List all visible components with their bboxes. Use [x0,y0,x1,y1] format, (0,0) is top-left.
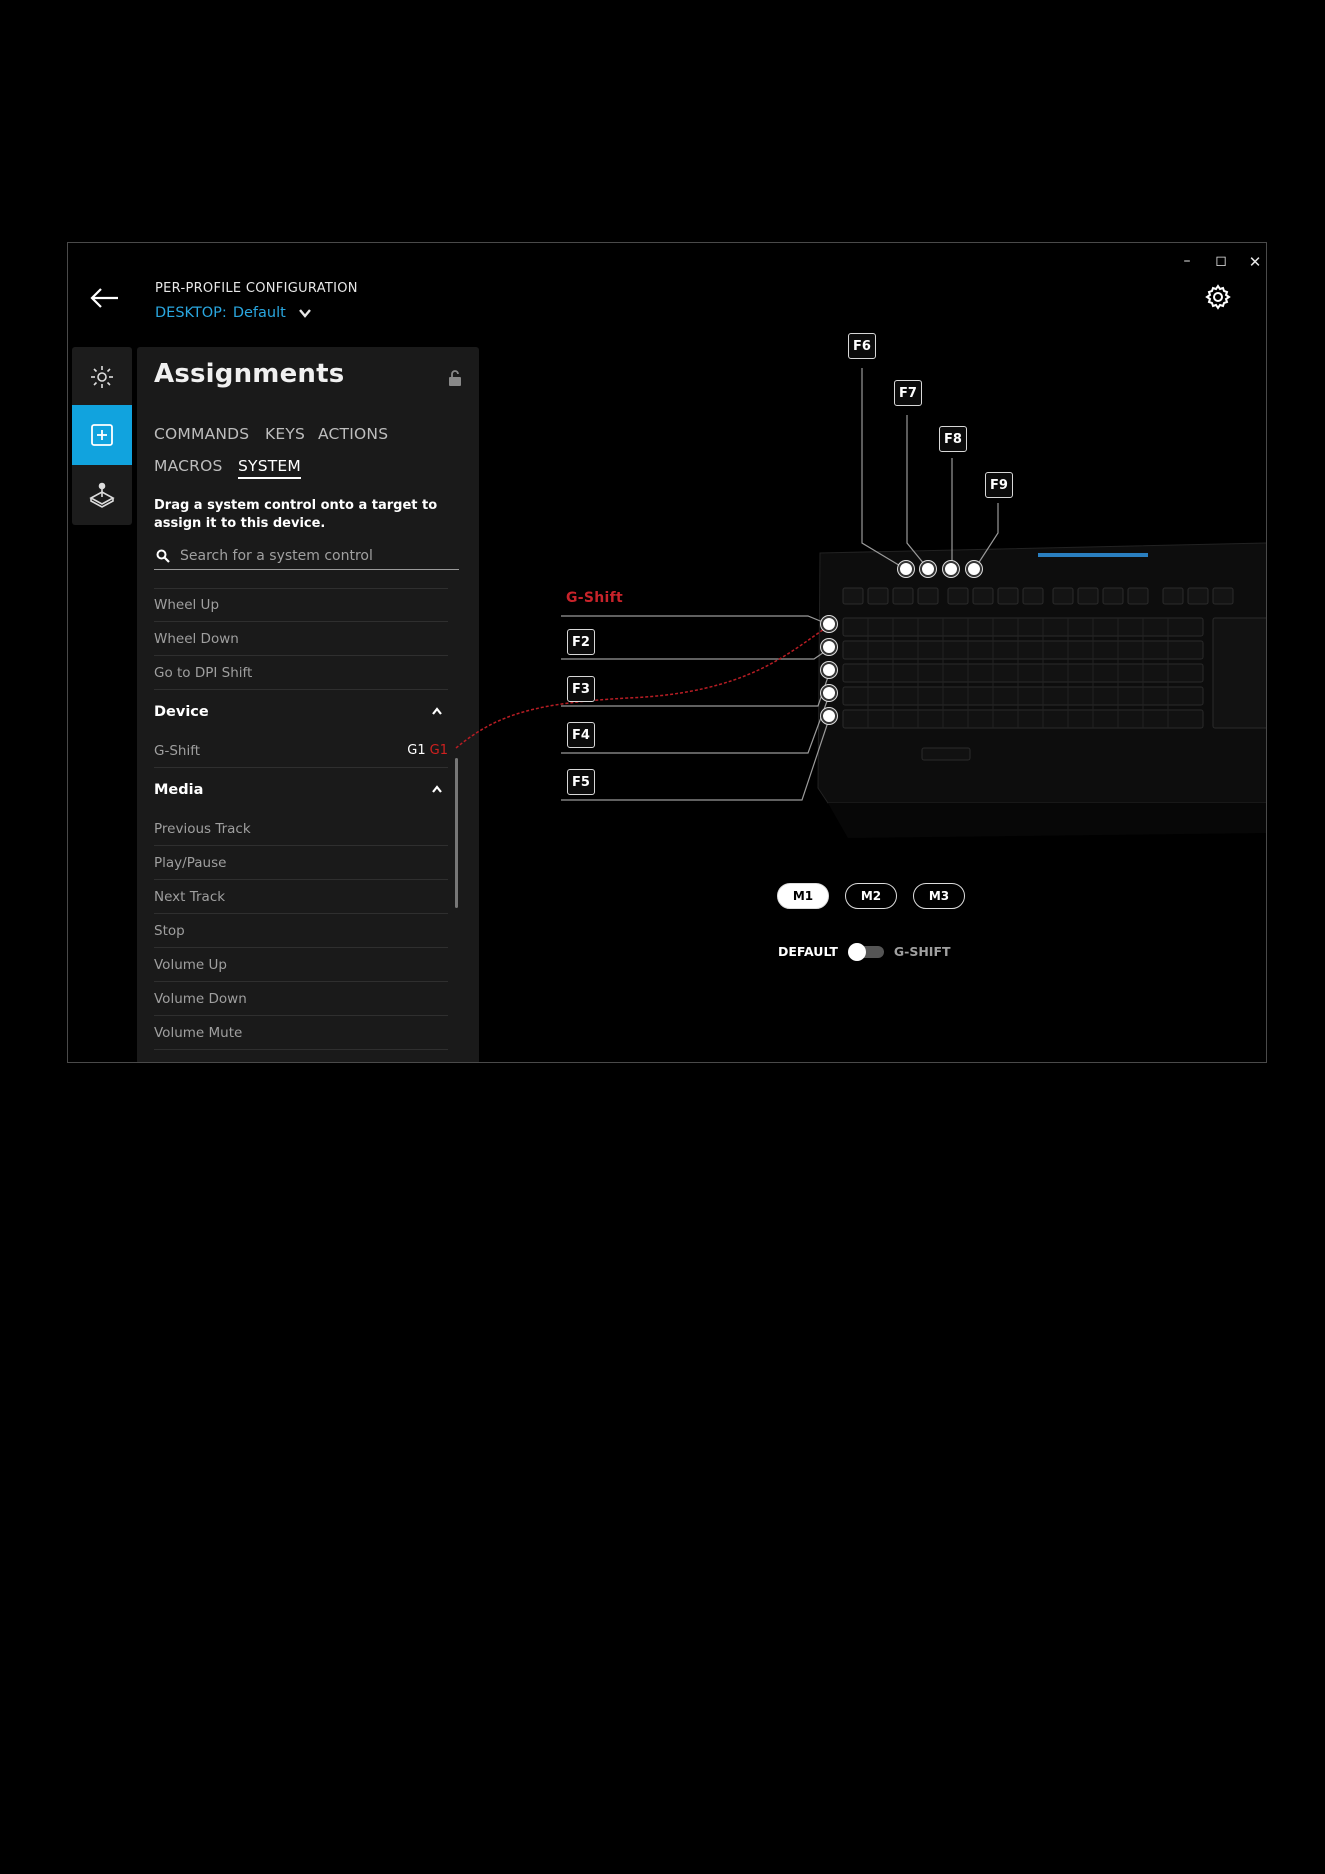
g2-key-hotspot[interactable] [821,639,837,655]
section-device[interactable]: Device [154,690,448,734]
panel-hint: Drag a system control onto a target to a… [154,498,438,531]
app-window: – ◻ ✕ PER-PROFILE CONFIGURATION DESKTOP:… [67,242,1267,1063]
arrow-left-icon[interactable] [86,283,126,313]
chevron-up-icon [432,785,442,793]
gshift-mode-label: G-SHIFT [893,943,951,959]
key-f9-label[interactable]: F9 [985,472,1013,498]
rail-item-assignments[interactable] [72,405,132,465]
side-rail [72,347,132,525]
search-box[interactable] [154,542,459,570]
list-item[interactable]: Stop [154,914,448,948]
memory-m2-button[interactable]: M2 [845,883,897,909]
default-mode-label: DEFAULT [778,943,838,959]
chevron-down-icon [298,309,311,318]
f8-key-hotspot[interactable] [943,561,959,577]
key-f3-label[interactable]: F3 [567,676,595,702]
f9-key-hotspot[interactable] [966,561,982,577]
section-media[interactable]: Media [154,768,448,812]
search-input[interactable] [180,547,450,564]
list-item[interactable]: Previous Track [154,812,448,846]
g-shift-label: G-Shift [566,590,624,606]
plus-square-icon [91,424,113,446]
key-f5-label[interactable]: F5 [567,769,595,795]
list-item[interactable]: Volume Up [154,948,448,982]
list-item[interactable]: Go to DPI Shift [154,656,448,690]
key-f2-label[interactable]: F2 [567,629,595,655]
minimize-icon[interactable]: – [1176,253,1198,269]
system-control-list: Wheel Up Wheel Down Go to DPI Shift Devi… [154,588,448,1050]
g1-key-hotspot[interactable] [821,616,837,632]
memory-m1-button[interactable]: M1 [777,883,829,909]
list-item[interactable]: Wheel Up [154,588,448,622]
g4-key-hotspot[interactable] [821,685,837,701]
profile-name: Default [232,305,286,321]
maximize-icon[interactable]: ◻ [1210,253,1232,269]
key-f7-label[interactable]: F7 [894,380,922,406]
joystick-icon [89,482,115,508]
keyboard-body [817,542,1266,838]
gshift-toggle[interactable] [847,943,884,961]
list-item-g-shift[interactable]: G-Shift G1 G1 [154,734,448,768]
panel-scrollbar[interactable] [455,758,458,908]
tab-actions[interactable]: ACTIONS [318,425,388,443]
search-icon [156,549,170,563]
list-item[interactable]: Play/Pause [154,846,448,880]
mode-toggle-row: DEFAULT G-SHIFT [778,943,951,961]
rail-item-lighting[interactable] [72,347,132,407]
f7-key-hotspot[interactable] [920,561,936,577]
tab-macros[interactable]: MACROS [154,457,223,475]
unlock-icon[interactable] [447,369,463,387]
tab-keys[interactable]: KEYS [265,425,305,443]
g3-key-hotspot[interactable] [821,662,837,678]
list-item[interactable]: Volume Mute [154,1016,448,1050]
close-icon[interactable]: ✕ [1244,253,1266,271]
list-item[interactable]: Next Track [154,880,448,914]
toggle-knob [847,943,866,961]
f6-key-hotspot[interactable] [898,561,914,577]
chevron-up-icon [432,707,442,715]
assignments-panel: Assignments COMMANDS KEYS ACTIONS MACROS… [137,347,479,1062]
tab-commands[interactable]: COMMANDS [154,425,249,443]
key-f8-label[interactable]: F8 [939,426,967,452]
assignment-tag: G1 G1 [407,743,448,758]
g5-key-hotspot[interactable] [821,708,837,724]
rail-item-game-mode[interactable] [72,465,132,525]
config-title: PER-PROFILE CONFIGURATION [155,281,358,296]
list-item[interactable]: Wheel Down [154,622,448,656]
key-f6-label[interactable]: F6 [848,333,876,359]
key-f4-label[interactable]: F4 [567,722,595,748]
list-item[interactable]: Volume Down [154,982,448,1016]
callout-lines [561,368,999,801]
profile-selector[interactable]: DESKTOP: Default [155,305,312,321]
memory-m3-button[interactable]: M3 [913,883,965,909]
panel-title: Assignments [154,359,345,389]
sun-icon [91,366,113,388]
gear-icon[interactable] [1204,283,1232,311]
profile-label: DESKTOP: [155,305,227,321]
tab-system[interactable]: SYSTEM [238,457,301,479]
drag-connector [455,624,831,749]
